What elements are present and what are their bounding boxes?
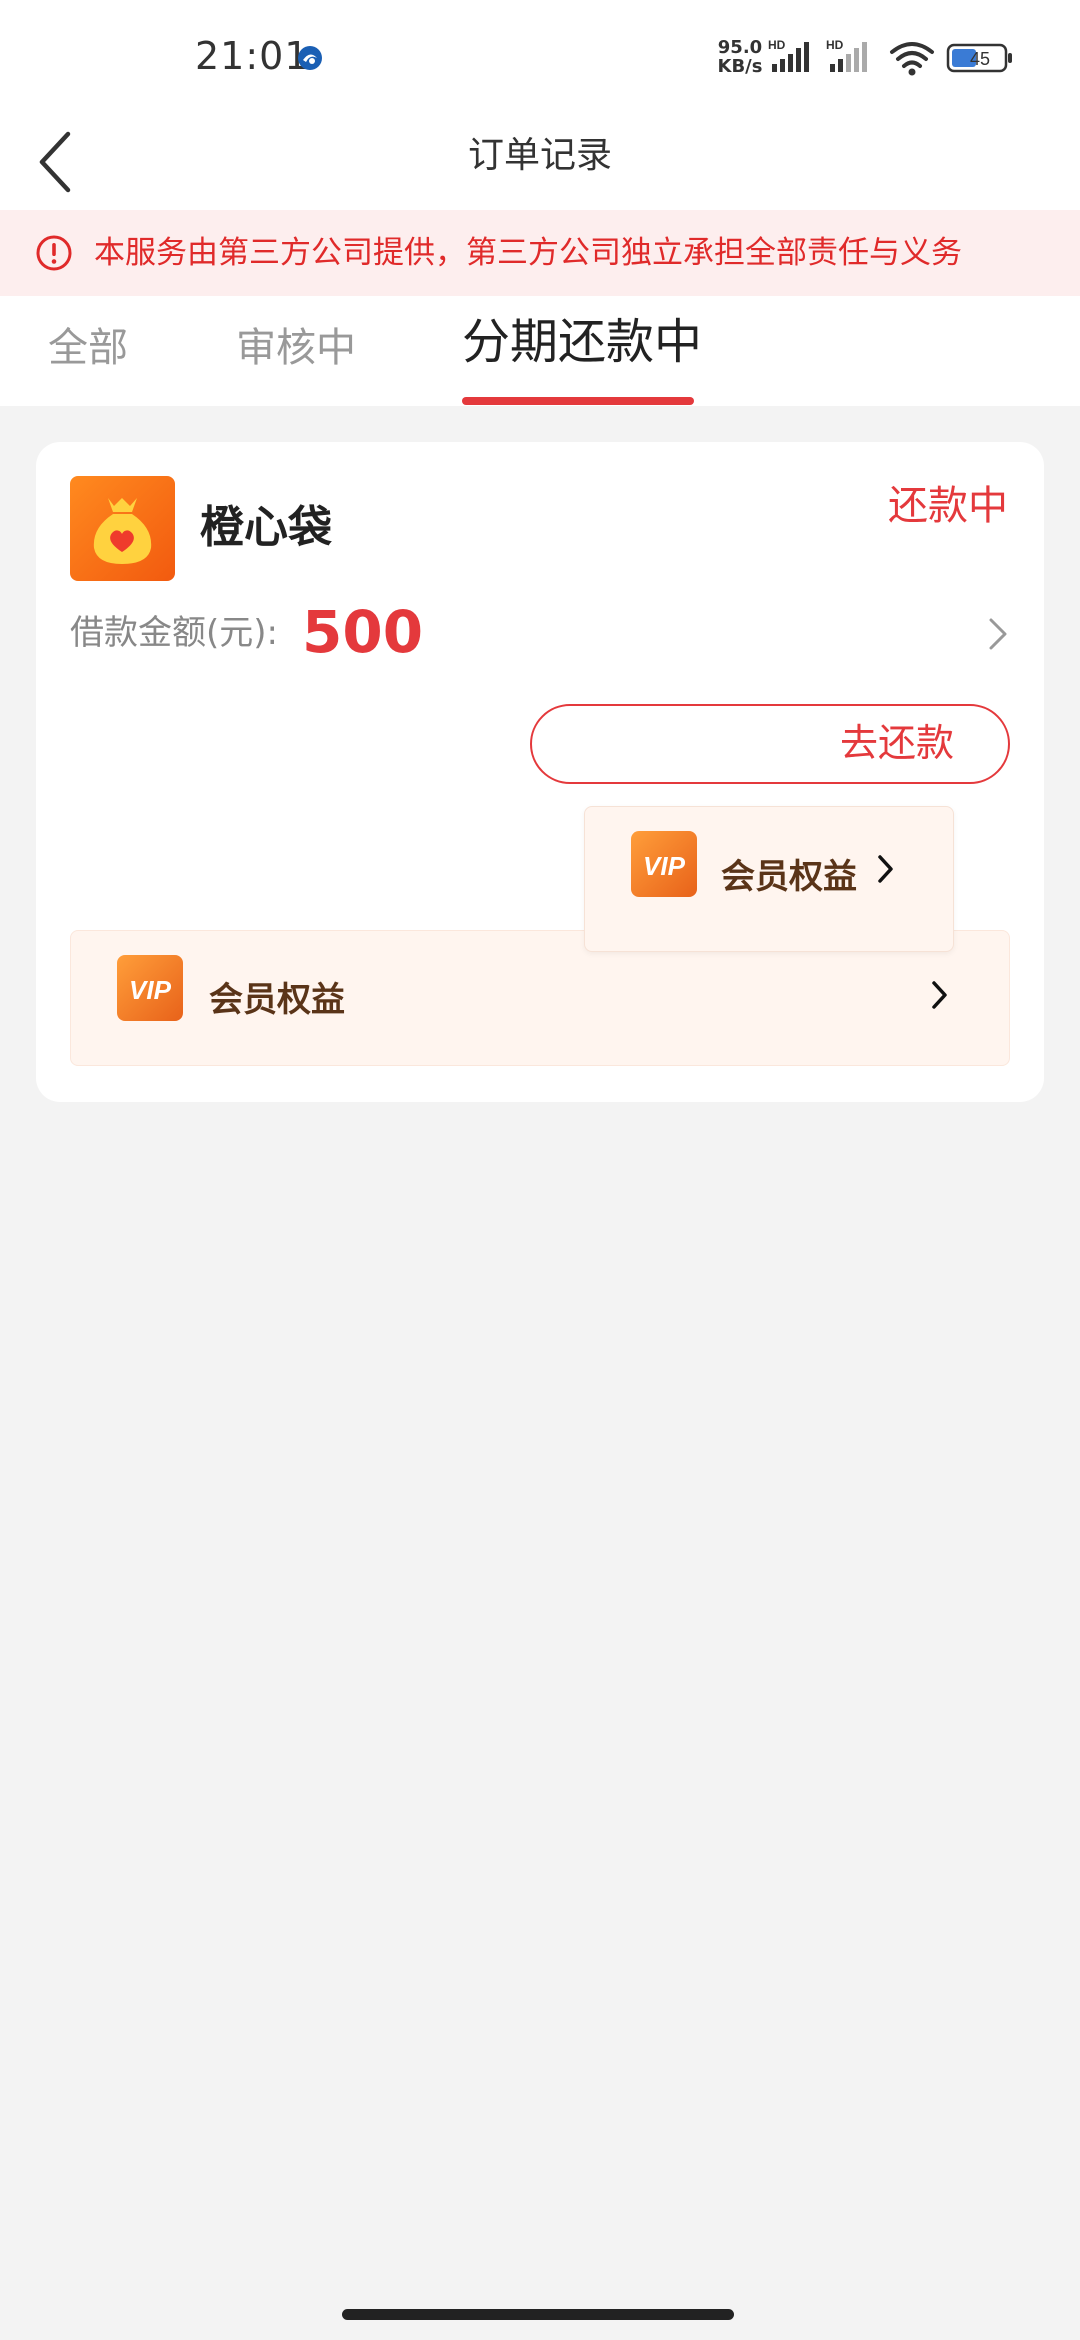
page-title: 订单记录 bbox=[467, 135, 612, 176]
loan-amount-label: 借款金额(元): bbox=[70, 613, 278, 653]
notice-text: 本服务由第三方公司提供，第三方公司独立承担全部责任与义务 bbox=[94, 235, 962, 271]
order-status: 还款中 bbox=[888, 483, 1008, 529]
member-benefits-popup-label: 会员权益 bbox=[721, 857, 857, 897]
sim1-label: HD bbox=[768, 38, 786, 52]
vip-badge-text: VIP bbox=[643, 851, 686, 881]
alert-circle-icon bbox=[34, 233, 74, 277]
status-bar: 21:01 95.0 KB/s HD HD 45 bbox=[0, 0, 1080, 120]
sim2-label: HD bbox=[826, 38, 844, 52]
battery-level: 45 bbox=[970, 49, 990, 69]
notice-banner: 本服务由第三方公司提供，第三方公司独立承担全部责任与义务 bbox=[0, 210, 1080, 296]
vip-badge-text: VIP bbox=[129, 975, 172, 1005]
money-bag-heart-icon bbox=[70, 476, 175, 581]
chevron-right-icon bbox=[929, 977, 951, 1017]
order-card[interactable]: 橙心袋 还款中 借款金额(元): 500 去还款 VIP 会员权益 VIP 会员… bbox=[36, 442, 1044, 1102]
product-name: 橙心袋 bbox=[200, 502, 332, 553]
wifi-icon bbox=[888, 40, 936, 80]
signal-icon: HD bbox=[826, 38, 874, 78]
status-time: 21:01 bbox=[195, 34, 310, 78]
active-tab-indicator bbox=[462, 397, 694, 405]
member-benefits-label: 会员权益 bbox=[209, 980, 345, 1020]
loan-amount-value: 500 bbox=[302, 598, 424, 666]
vip-icon: VIP bbox=[117, 955, 183, 1021]
signal-icon: HD bbox=[768, 38, 816, 78]
title-bar: 订单记录 bbox=[0, 120, 1080, 210]
tab-reviewing[interactable]: 审核中 bbox=[236, 318, 356, 378]
repay-button-label: 去还款 bbox=[839, 721, 954, 765]
vip-icon: VIP bbox=[631, 831, 697, 897]
member-benefits-popup[interactable]: VIP 会员权益 bbox=[584, 806, 954, 952]
app-notification-icon bbox=[296, 44, 324, 76]
chevron-right-icon bbox=[875, 851, 897, 891]
chevron-right-icon[interactable] bbox=[986, 614, 1010, 658]
home-indicator[interactable] bbox=[342, 2309, 734, 2320]
network-speed: 95.0 KB/s bbox=[713, 38, 767, 76]
network-speed-unit: KB/s bbox=[717, 56, 763, 77]
repay-button[interactable]: 去还款 bbox=[530, 704, 1010, 784]
network-speed-value: 95.0 bbox=[717, 37, 763, 58]
battery-icon: 45 bbox=[946, 42, 1016, 78]
tab-installment-repaying[interactable]: 分期还款中 bbox=[462, 312, 702, 372]
tab-bar: 全部 审核中 分期还款中 bbox=[0, 296, 1080, 406]
tab-all[interactable]: 全部 bbox=[48, 318, 128, 378]
